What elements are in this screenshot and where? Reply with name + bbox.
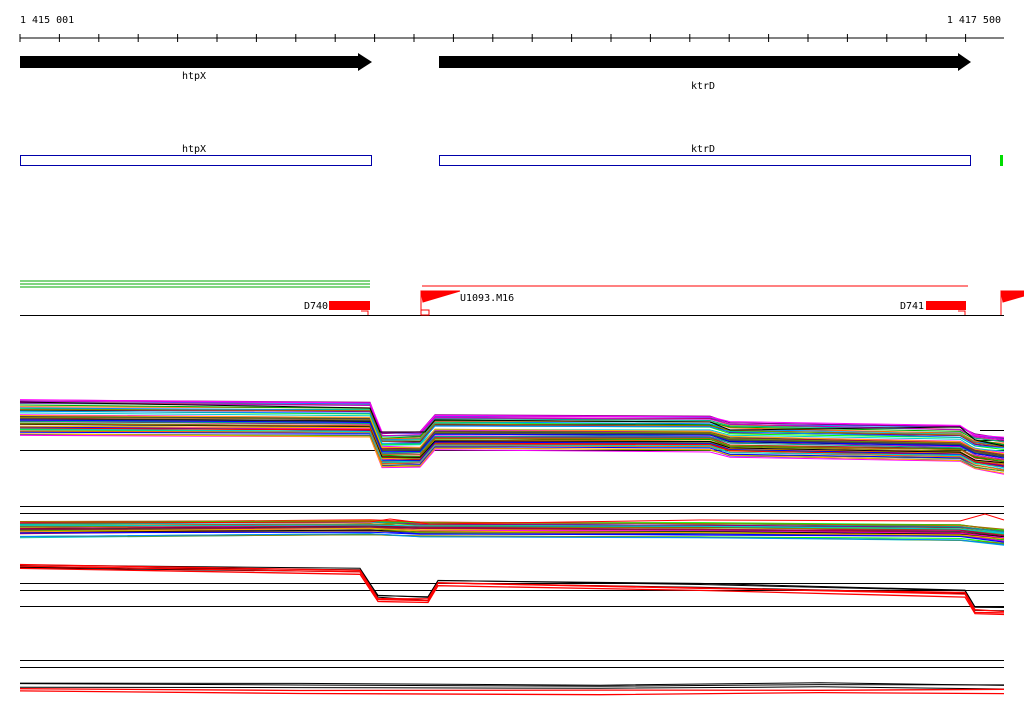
element-track: D740 U1093.M16 D741: [20, 280, 1024, 316]
profile-line: [19, 686, 1005, 690]
element-block-d740[interactable]: [329, 301, 370, 310]
element-tick-d741: [958, 310, 966, 315]
genome-browser-view[interactable]: 1 415 001 1 417 500 htpX ktrD htpX ktrD …: [0, 0, 1024, 714]
element-foot-u1093: [420, 309, 430, 316]
panel2-profile-lines: [19, 513, 1005, 546]
element-tick-d740: [361, 310, 369, 315]
element-flag-right[interactable]: [1000, 290, 1024, 315]
element-label-u1093: U1093.M16: [460, 293, 514, 304]
gene-track: htpX ktrD: [20, 53, 971, 92]
feature-marker-green[interactable]: [1000, 155, 1003, 166]
expression-panel-4[interactable]: [19, 660, 1005, 696]
expression-panel-3[interactable]: [19, 563, 1005, 616]
cds-label-ktrd: ktrD: [691, 144, 715, 155]
gene-arrow-ktrd[interactable]: [439, 53, 971, 71]
panel4-profile-lines: [19, 682, 1005, 696]
element-block-d741[interactable]: [926, 301, 966, 310]
profile-line: [19, 688, 1005, 692]
profile-line: [19, 567, 1005, 612]
ruler-start-label: 1 415 001: [20, 15, 74, 26]
gene-label-ktrd: ktrD: [691, 81, 715, 92]
cds-label-htpx: htpX: [182, 144, 206, 155]
element-label-d740: D740: [304, 301, 328, 312]
ruler-end-label: 1 417 500: [947, 15, 1001, 26]
panel2-upper-trace: [19, 513, 1005, 525]
profile-line: [19, 690, 1005, 696]
panel1-profile-lines: [19, 399, 1005, 475]
cds-box-htpx[interactable]: [20, 155, 372, 166]
coordinate-ruler: 1 415 001 1 417 500: [19, 15, 1004, 42]
cds-box-ktrd[interactable]: [439, 155, 971, 166]
gene-arrow-htpx[interactable]: [20, 53, 372, 71]
profile-line: [19, 565, 1005, 614]
expression-panel-1[interactable]: [19, 399, 1005, 475]
cds-track: htpX ktrD: [20, 144, 1003, 166]
element-flag-u1093[interactable]: [420, 290, 461, 315]
gene-htpX[interactable]: htpX: [20, 53, 372, 82]
element-label-d741: D741: [900, 301, 924, 312]
gene-label-htpx: htpX: [182, 71, 206, 82]
expression-panel-2[interactable]: [19, 506, 1005, 546]
gene-ktrD[interactable]: ktrD: [439, 53, 971, 92]
